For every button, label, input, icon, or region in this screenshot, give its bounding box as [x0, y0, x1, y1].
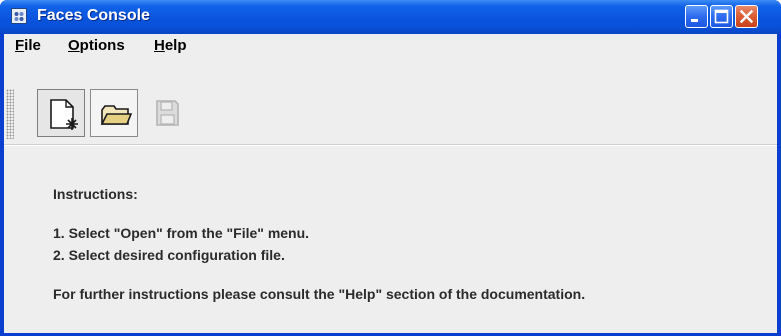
instructions-panel: Instructions: 1. Select "Open" from the …	[4, 145, 777, 333]
menu-file-label: ile	[24, 37, 41, 54]
close-button[interactable]	[735, 5, 758, 28]
toolbar	[4, 83, 777, 145]
maximize-icon	[714, 9, 729, 24]
window-title: Faces Console	[37, 7, 150, 24]
menu-file[interactable]: File	[15, 37, 41, 54]
instruction-step-1: 1. Select "Open" from the "File" menu.	[53, 225, 310, 241]
app-icon[interactable]	[11, 8, 27, 24]
minimize-icon	[691, 19, 698, 22]
menu-help[interactable]: Help	[154, 37, 187, 54]
menu-options-label: ptions	[79, 37, 125, 54]
faces-console-window: Faces Console File Options Help Instruct…	[0, 0, 781, 336]
instruction-step-2: 2. Select desired configuration file.	[53, 247, 285, 263]
toolbar-grip-handle[interactable]	[6, 89, 14, 139]
title-bar[interactable]: Faces Console	[0, 0, 781, 34]
window-client-area: File Options Help Instructions: 1. Selec…	[4, 34, 777, 333]
open-folder-icon	[100, 105, 133, 125]
menu-help-label: elp	[164, 37, 187, 54]
menu-file-mnemonic: F	[15, 37, 25, 54]
menu-options-mnemonic: O	[68, 37, 80, 54]
instructions-heading: Instructions:	[53, 186, 138, 202]
menu-options[interactable]: Options	[68, 37, 125, 54]
open-button[interactable]	[90, 89, 138, 137]
new-document-icon	[50, 99, 78, 130]
close-icon	[739, 9, 754, 24]
menu-help-mnemonic: H	[154, 37, 165, 54]
new-button[interactable]	[37, 89, 85, 137]
menu-bar: File Options Help	[4, 34, 777, 56]
save-button[interactable]	[143, 89, 191, 137]
maximize-button[interactable]	[710, 5, 733, 28]
save-floppy-icon	[156, 100, 179, 126]
instructions-footer: For further instructions please consult …	[53, 286, 586, 302]
minimize-button[interactable]	[685, 5, 708, 28]
